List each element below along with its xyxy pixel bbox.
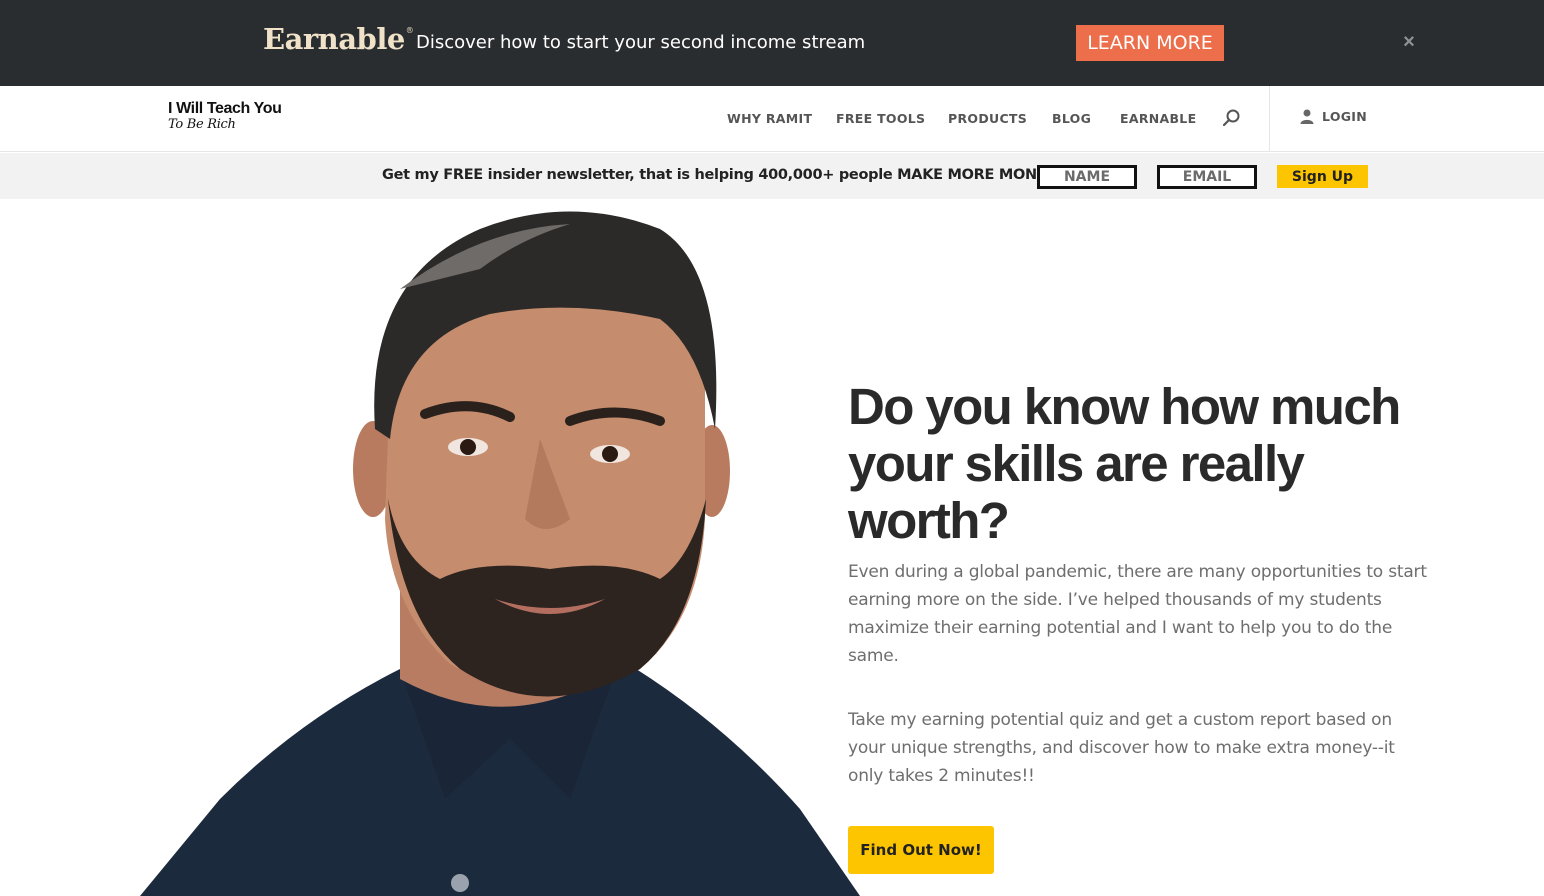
hero-paragraph-2: Take my earning potential quiz and get a… — [848, 710, 1395, 786]
hero-title: Do you know how much your skills are rea… — [848, 378, 1401, 549]
login-link[interactable]: LOGIN — [1300, 109, 1367, 124]
promo-message: Discover how to start your second income… — [416, 32, 866, 53]
search-icon[interactable] — [1221, 108, 1241, 128]
hero-paragraph-1: Even during a global pandemic, there are… — [848, 562, 1427, 666]
hero-portrait — [140, 211, 860, 896]
close-icon[interactable]: × — [1399, 30, 1419, 54]
login-label: LOGIN — [1322, 109, 1368, 124]
newsletter-message: Get my FREE insider newsletter, that is … — [382, 167, 1068, 183]
promo-bar: Earnable® Discover how to start your sec… — [0, 0, 1544, 86]
nav-why-ramit[interactable]: WHY RAMIT — [727, 111, 812, 126]
email-input[interactable] — [1157, 165, 1257, 189]
logo-line-2: To Be Rich — [168, 117, 236, 132]
earnable-logo-text: Earnable — [263, 22, 405, 56]
nav-products[interactable]: PRODUCTS — [948, 111, 1027, 126]
nav-free-tools[interactable]: FREE TOOLS — [836, 111, 925, 126]
nav-divider — [1269, 86, 1270, 152]
name-input[interactable] — [1037, 165, 1137, 189]
nav-blog[interactable]: BLOG — [1052, 111, 1091, 126]
registered-mark: ® — [405, 26, 414, 35]
earnable-logo[interactable]: Earnable® — [263, 22, 414, 56]
site-header: I Will Teach You To Be Rich WHY RAMIT FR… — [0, 86, 1544, 152]
nav-earnable[interactable]: EARNABLE — [1120, 111, 1196, 126]
signup-button[interactable]: Sign Up — [1277, 165, 1368, 188]
user-icon — [1300, 109, 1314, 124]
site-logo[interactable]: I Will Teach You To Be Rich — [168, 100, 282, 132]
learn-more-button[interactable]: LEARN MORE — [1076, 25, 1224, 61]
find-out-now-button[interactable]: Find Out Now! — [848, 826, 994, 874]
logo-line-1: I Will Teach You — [168, 100, 282, 117]
